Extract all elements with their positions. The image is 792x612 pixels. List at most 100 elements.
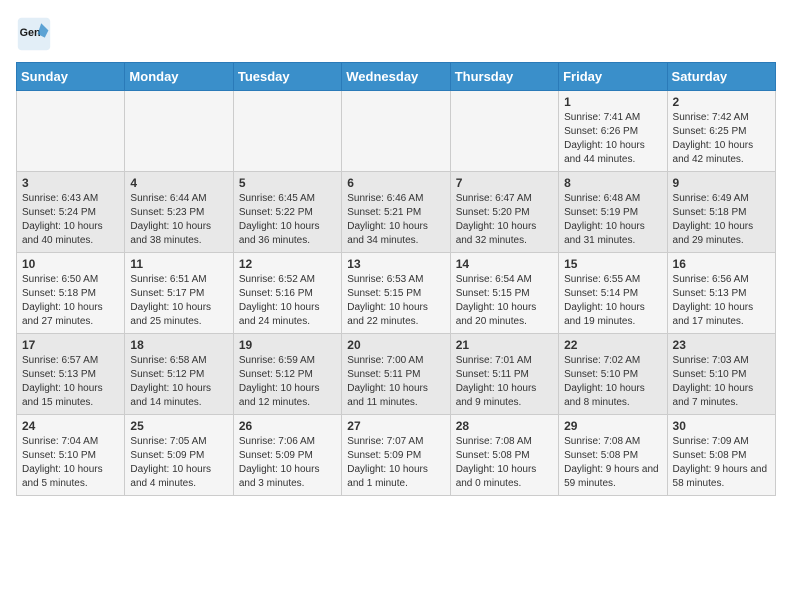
calendar-cell [233,91,341,172]
day-info: Sunrise: 6:59 AMSunset: 5:12 PMDaylight:… [239,354,336,410]
calendar-cell: 4 Sunrise: 6:44 AMSunset: 5:23 PMDaylight… [125,172,233,253]
calendar-cell: 26 Sunrise: 7:06 AMSunset: 5:09 PMDayligh… [233,415,341,496]
day-number: 28 [456,419,553,433]
day-info: Sunrise: 7:09 AMSunset: 5:08 PMDaylight:… [673,435,770,491]
day-info: Sunrise: 7:06 AMSunset: 5:09 PMDaylight:… [239,435,336,491]
day-number: 4 [130,176,227,190]
day-number: 29 [564,419,661,433]
calendar-cell: 25Sunrise: 7:05 AMSunset: 5:09 PMDayligh… [125,415,233,496]
day-number: 6 [347,176,444,190]
weekday-header-tuesday: Tuesday [233,63,341,91]
calendar-week-row: 17 Sunrise: 6:57 AMSunset: 5:13 PMDayligh… [17,334,776,415]
day-info: Sunrise: 7:01 AMSunset: 5:11 PMDaylight:… [456,354,553,410]
day-info: Sunrise: 6:53 AMSunset: 5:15 PMDaylight:… [347,273,444,329]
day-number: 18 [130,338,227,352]
calendar-cell: 15 Sunrise: 6:55 AMSunset: 5:14 PMDayligh… [559,253,667,334]
day-number: 14 [456,257,553,271]
day-info: Sunrise: 7:02 AMSunset: 5:10 PMDaylight:… [564,354,661,410]
calendar-cell: 18 Sunrise: 6:58 AMSunset: 5:12 PMDayligh… [125,334,233,415]
calendar-cell: 8Sunrise: 6:48 AMSunset: 5:19 PMDaylight… [559,172,667,253]
day-number: 10 [22,257,119,271]
logo: Gen [16,16,58,52]
calendar-cell: 21 Sunrise: 7:01 AMSunset: 5:11 PMDayligh… [450,334,558,415]
day-info: Sunrise: 6:49 AMSunset: 5:18 PMDaylight:… [673,192,770,248]
day-number: 17 [22,338,119,352]
calendar-cell: 5 Sunrise: 6:45 AMSunset: 5:22 PMDaylight… [233,172,341,253]
calendar-cell: 6 Sunrise: 6:46 AMSunset: 5:21 PMDaylight… [342,172,450,253]
day-number: 2 [673,95,770,109]
day-info: Sunrise: 6:56 AMSunset: 5:13 PMDaylight:… [673,273,770,329]
day-number: 5 [239,176,336,190]
day-number: 19 [239,338,336,352]
weekday-header-thursday: Thursday [450,63,558,91]
day-info: Sunrise: 6:51 AMSunset: 5:17 PMDaylight:… [130,273,227,329]
calendar-cell: 23 Sunrise: 7:03 AMSunset: 5:10 PMDayligh… [667,334,775,415]
calendar-cell: 16 Sunrise: 6:56 AMSunset: 5:13 PMDayligh… [667,253,775,334]
calendar-cell: 20 Sunrise: 7:00 AMSunset: 5:11 PMDayligh… [342,334,450,415]
day-info: Sunrise: 7:04 AMSunset: 5:10 PMDaylight:… [22,435,119,491]
day-info: Sunrise: 6:45 AMSunset: 5:22 PMDaylight:… [239,192,336,248]
day-info: Sunrise: 7:03 AMSunset: 5:10 PMDaylight:… [673,354,770,410]
weekday-header-saturday: Saturday [667,63,775,91]
day-number: 21 [456,338,553,352]
calendar-cell: 7 Sunrise: 6:47 AMSunset: 5:20 PMDaylight… [450,172,558,253]
day-number: 9 [673,176,770,190]
day-info: Sunrise: 7:08 AMSunset: 5:08 PMDaylight:… [456,435,553,491]
day-number: 26 [239,419,336,433]
calendar-cell: 9 Sunrise: 6:49 AMSunset: 5:18 PMDaylight… [667,172,775,253]
weekday-header-sunday: Sunday [17,63,125,91]
calendar-cell: 2 Sunrise: 7:42 AMSunset: 6:25 PMDaylight… [667,91,775,172]
day-info: Sunrise: 7:07 AMSunset: 5:09 PMDaylight:… [347,435,444,491]
day-info: Sunrise: 6:58 AMSunset: 5:12 PMDaylight:… [130,354,227,410]
day-info: Sunrise: 6:50 AMSunset: 5:18 PMDaylight:… [22,273,119,329]
calendar-cell: 28 Sunrise: 7:08 AMSunset: 5:08 PMDayligh… [450,415,558,496]
day-number: 15 [564,257,661,271]
calendar-cell: 14 Sunrise: 6:54 AMSunset: 5:15 PMDayligh… [450,253,558,334]
day-number: 30 [673,419,770,433]
day-number: 12 [239,257,336,271]
day-number: 1 [564,95,661,109]
day-number: 20 [347,338,444,352]
day-number: 11 [130,257,227,271]
calendar-cell [450,91,558,172]
calendar-week-row: 1 Sunrise: 7:41 AMSunset: 6:26 PMDaylight… [17,91,776,172]
day-number: 22 [564,338,661,352]
calendar-cell: 3Sunrise: 6:43 AMSunset: 5:24 PMDaylight… [17,172,125,253]
weekday-header-monday: Monday [125,63,233,91]
calendar-table: SundayMondayTuesdayWednesdayThursdayFrid… [16,62,776,496]
calendar-cell: 12 Sunrise: 6:52 AMSunset: 5:16 PMDayligh… [233,253,341,334]
day-number: 16 [673,257,770,271]
day-info: Sunrise: 6:46 AMSunset: 5:21 PMDaylight:… [347,192,444,248]
calendar-cell: 13 Sunrise: 6:53 AMSunset: 5:15 PMDayligh… [342,253,450,334]
day-info: Sunrise: 7:41 AMSunset: 6:26 PMDaylight:… [564,111,661,167]
day-info: Sunrise: 6:44 AMSunset: 5:23 PMDaylight:… [130,192,227,248]
calendar-cell: 1 Sunrise: 7:41 AMSunset: 6:26 PMDaylight… [559,91,667,172]
calendar-cell: 11 Sunrise: 6:51 AMSunset: 5:17 PMDayligh… [125,253,233,334]
day-info: Sunrise: 6:47 AMSunset: 5:20 PMDaylight:… [456,192,553,248]
svg-text:Gen: Gen [20,27,41,39]
day-info: Sunrise: 7:00 AMSunset: 5:11 PMDaylight:… [347,354,444,410]
day-number: 23 [673,338,770,352]
calendar-cell: 30 Sunrise: 7:09 AMSunset: 5:08 PMDayligh… [667,415,775,496]
calendar-week-row: 3Sunrise: 6:43 AMSunset: 5:24 PMDaylight… [17,172,776,253]
day-info: Sunrise: 6:57 AMSunset: 5:13 PMDaylight:… [22,354,119,410]
day-info: Sunrise: 7:08 AMSunset: 5:08 PMDaylight:… [564,435,661,491]
calendar-week-row: 24Sunrise: 7:04 AMSunset: 5:10 PMDayligh… [17,415,776,496]
calendar-cell: 22 Sunrise: 7:02 AMSunset: 5:10 PMDayligh… [559,334,667,415]
calendar-cell: 19 Sunrise: 6:59 AMSunset: 5:12 PMDayligh… [233,334,341,415]
day-number: 7 [456,176,553,190]
calendar-cell: 24Sunrise: 7:04 AMSunset: 5:10 PMDayligh… [17,415,125,496]
calendar-cell: 29 Sunrise: 7:08 AMSunset: 5:08 PMDayligh… [559,415,667,496]
calendar-cell: 17 Sunrise: 6:57 AMSunset: 5:13 PMDayligh… [17,334,125,415]
day-number: 13 [347,257,444,271]
day-info: Sunrise: 6:54 AMSunset: 5:15 PMDaylight:… [456,273,553,329]
day-info: Sunrise: 7:42 AMSunset: 6:25 PMDaylight:… [673,111,770,167]
day-info: Sunrise: 6:43 AMSunset: 5:24 PMDaylight:… [22,192,119,248]
calendar-cell: 10 Sunrise: 6:50 AMSunset: 5:18 PMDayligh… [17,253,125,334]
calendar-cell [342,91,450,172]
day-info: Sunrise: 6:55 AMSunset: 5:14 PMDaylight:… [564,273,661,329]
header: Gen [16,16,776,52]
weekday-header-friday: Friday [559,63,667,91]
day-info: Sunrise: 6:52 AMSunset: 5:16 PMDaylight:… [239,273,336,329]
logo-icon: Gen [16,16,52,52]
